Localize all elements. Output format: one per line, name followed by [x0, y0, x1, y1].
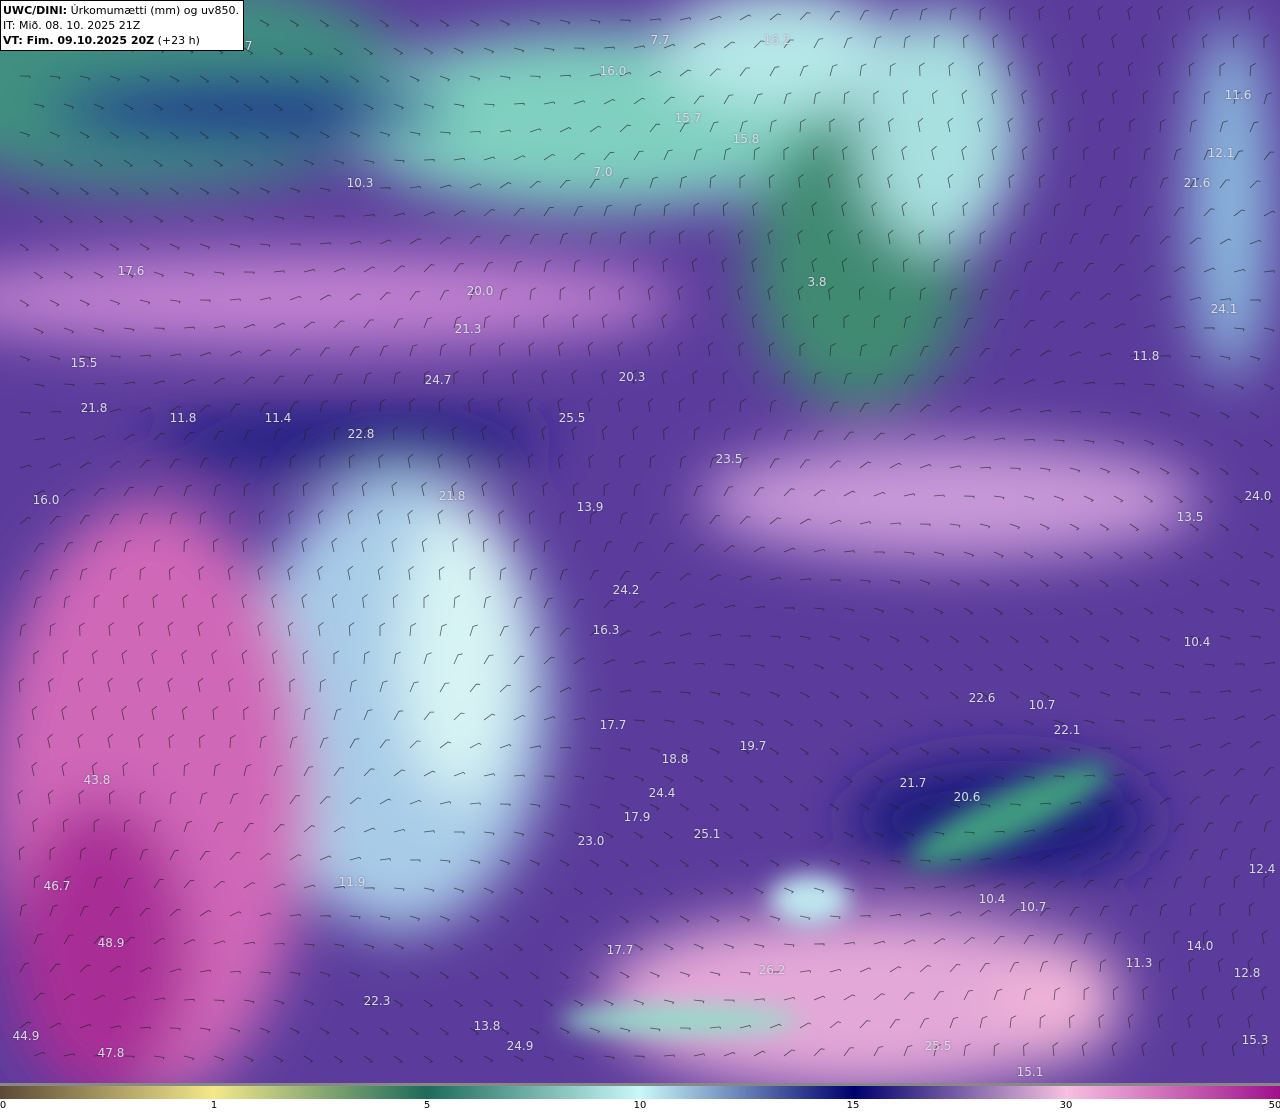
field-value-label: 12.8	[1233, 966, 1261, 980]
field-value-label: 25.1	[693, 827, 721, 841]
field-value-label: 20.3	[618, 370, 646, 384]
field-value-label: 12.1	[1207, 146, 1235, 160]
field-value-label: 23.5	[715, 452, 743, 466]
field-value-label: 22.3	[363, 994, 391, 1008]
field-value-label: 17.9	[623, 810, 651, 824]
field-value-label: 19.7	[739, 739, 767, 753]
field-value-label: 11.3	[1125, 956, 1153, 970]
field-value-label: 16.3	[592, 623, 620, 637]
field-value-label: 24.2	[612, 583, 640, 597]
field-value-label: 17.7	[599, 718, 627, 732]
field-value-label: 10.4	[1183, 635, 1211, 649]
field-value-label: 18.8	[661, 752, 689, 766]
field-value-label: 22.8	[347, 427, 375, 441]
field-value-label: 7.7	[650, 33, 670, 47]
field-value-label: 15.3	[1241, 1033, 1269, 1047]
field-value-label: 13.5	[1176, 510, 1204, 524]
field-value-label: 21.3	[454, 322, 482, 336]
field-value-label: 44.9	[12, 1029, 40, 1043]
field-value-label: 21.8	[80, 401, 108, 415]
precipitable-water-map	[0, 0, 1280, 1083]
colorbar-tick: 15	[846, 1100, 860, 1111]
field-value-label: 13.9	[576, 500, 604, 514]
field-value-label: 13.8	[473, 1019, 501, 1033]
field-value-label: 22.6	[968, 691, 996, 705]
field-value-label: 11.8	[1132, 349, 1160, 363]
field-value-label: 10.4	[978, 892, 1006, 906]
field-value-label: 17.7	[606, 943, 634, 957]
field-value-label: 16.0	[599, 64, 627, 78]
field-value-label: 15.1	[1016, 1065, 1044, 1079]
colorbar	[0, 1086, 1280, 1099]
field-value-label: 15.8	[732, 132, 760, 146]
field-value-label: 12.4	[1248, 862, 1276, 876]
colorbar-tick: 50	[1268, 1100, 1280, 1111]
field-value-label: 21.7	[899, 776, 927, 790]
colorbar-tick: 1	[210, 1100, 218, 1111]
colorbar-tick: 5	[423, 1100, 431, 1111]
field-value-label: 25.5	[558, 411, 586, 425]
field-value-label: 11.8	[169, 411, 197, 425]
field-value-label: 22.1	[1053, 723, 1081, 737]
field-value-label: 15.7	[674, 111, 702, 125]
field-value-label: 47.8	[97, 1046, 125, 1060]
field-value-label: 16.2	[763, 33, 791, 47]
field-value-label: 16.0	[32, 493, 60, 507]
field-value-label: 15.5	[70, 356, 98, 370]
field-value-label: 21.8	[438, 489, 466, 503]
lead-time: (+23 h)	[157, 34, 200, 47]
field-value-label: 48.9	[97, 936, 125, 950]
field-value-label: 43.8	[83, 773, 111, 787]
valid-time: VT: Fim. 09.10.2025 20Z	[3, 34, 155, 47]
field-value-label: 24.0	[1244, 489, 1272, 503]
field-value-label: 11.6	[1224, 88, 1252, 102]
colorbar-tick: 30	[1059, 1100, 1073, 1111]
field-value-label: 10.7	[1019, 900, 1047, 914]
field-value-label: 17.6	[117, 264, 145, 278]
field-name: Úrkomumætti (mm) og uv850.	[70, 4, 239, 17]
field-value-label: 10.7	[1028, 698, 1056, 712]
field-value-label: 10.3	[346, 176, 374, 190]
field-value-label: 23.0	[577, 834, 605, 848]
field-value-label: 46.7	[43, 879, 71, 893]
map-title-box: UWC/DINI: Úrkomumætti (mm) og uv850. IT:…	[0, 0, 244, 51]
field-value-label: 24.9	[506, 1039, 534, 1053]
field-value-label: 11.9	[338, 875, 366, 889]
field-value-label: 20.6	[953, 790, 981, 804]
field-value-label: 24.4	[648, 786, 676, 800]
field-value-label: 26.2	[758, 963, 786, 977]
model-name: UWC/DINI:	[3, 4, 68, 17]
field-value-label: 14.0	[1186, 939, 1214, 953]
field-value-label: 20.0	[466, 284, 494, 298]
field-value-label: 21.6	[1183, 176, 1211, 190]
field-value-label: 7.0	[593, 165, 613, 179]
field-value-label: 3.8	[807, 275, 827, 289]
init-time: IT: Mið. 08. 10. 2025 21Z	[3, 19, 141, 32]
colorbar-tick: 10	[633, 1100, 647, 1111]
field-value-label: 25.5	[924, 1039, 952, 1053]
field-value-label: 24.1	[1210, 302, 1238, 316]
colorbar-tick: 0	[0, 1100, 7, 1111]
field-value-label: 11.4	[264, 411, 292, 425]
field-value-label: 24.7	[424, 373, 452, 387]
